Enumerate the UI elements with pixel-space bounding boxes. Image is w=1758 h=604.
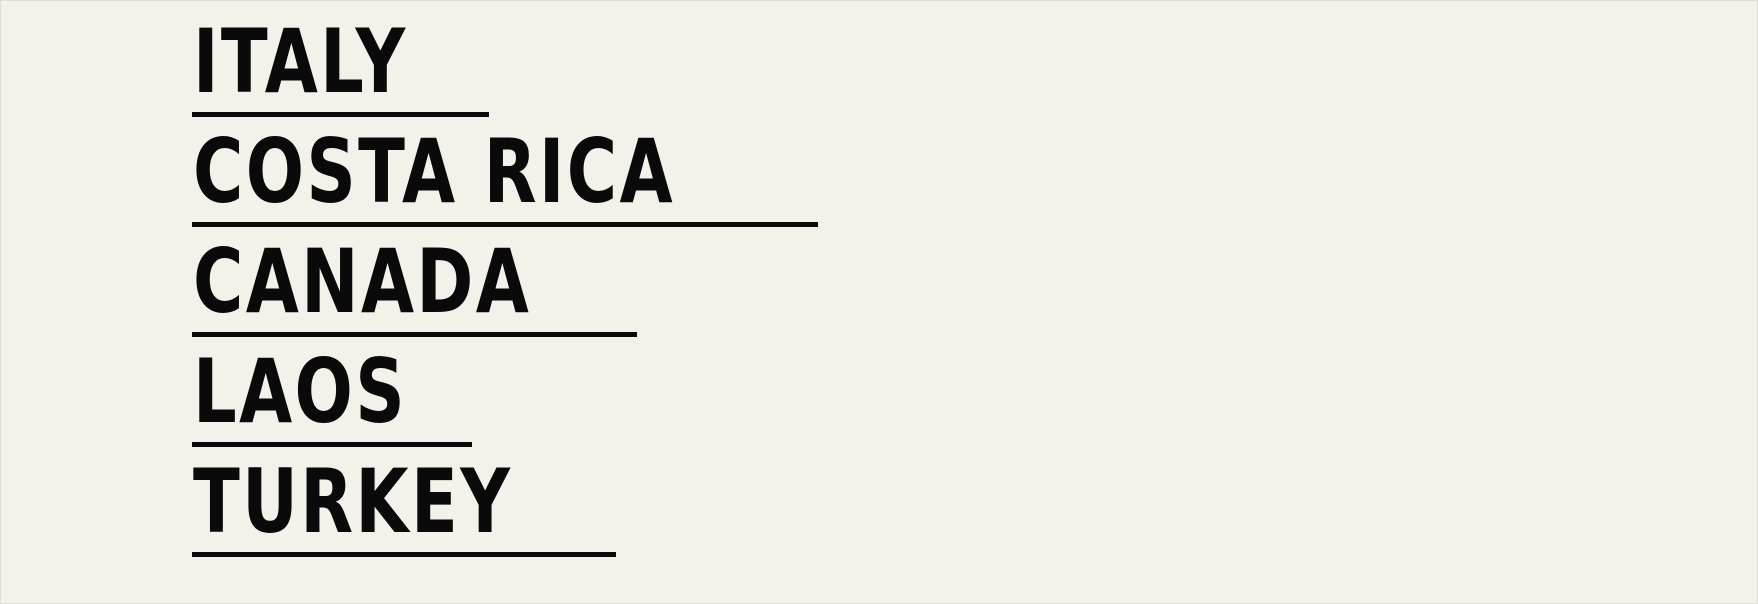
country-name: ITALY: [193, 10, 408, 113]
underline-divider: [192, 332, 637, 337]
list-item: LAOS: [192, 340, 811, 460]
list-item: TURKEY: [192, 450, 811, 570]
country-name: COSTA RICA: [193, 120, 675, 223]
country-list: ITALY COSTA RICA CANADA LAOS TURKEY: [192, 10, 818, 570]
country-link-canada[interactable]: CANADA: [193, 230, 627, 333]
underline-divider: [192, 222, 818, 227]
list-item: COSTA RICA: [192, 120, 818, 240]
underline-divider: [192, 442, 472, 447]
country-link-turkey[interactable]: TURKEY: [193, 450, 602, 553]
country-name: CANADA: [193, 230, 532, 333]
country-link-laos[interactable]: LAOS: [193, 340, 467, 443]
country-link-italy[interactable]: ITALY: [193, 10, 468, 113]
country-link-costa-rica[interactable]: COSTA RICA: [193, 120, 811, 223]
underline-divider: [192, 552, 616, 557]
country-name: TURKEY: [193, 450, 513, 553]
underline-divider: [192, 112, 489, 117]
list-item: CANADA: [192, 230, 811, 350]
country-name: LAOS: [193, 340, 408, 443]
list-item: ITALY: [192, 10, 811, 130]
page-canvas: ITALY COSTA RICA CANADA LAOS TURKEY: [0, 0, 1758, 604]
